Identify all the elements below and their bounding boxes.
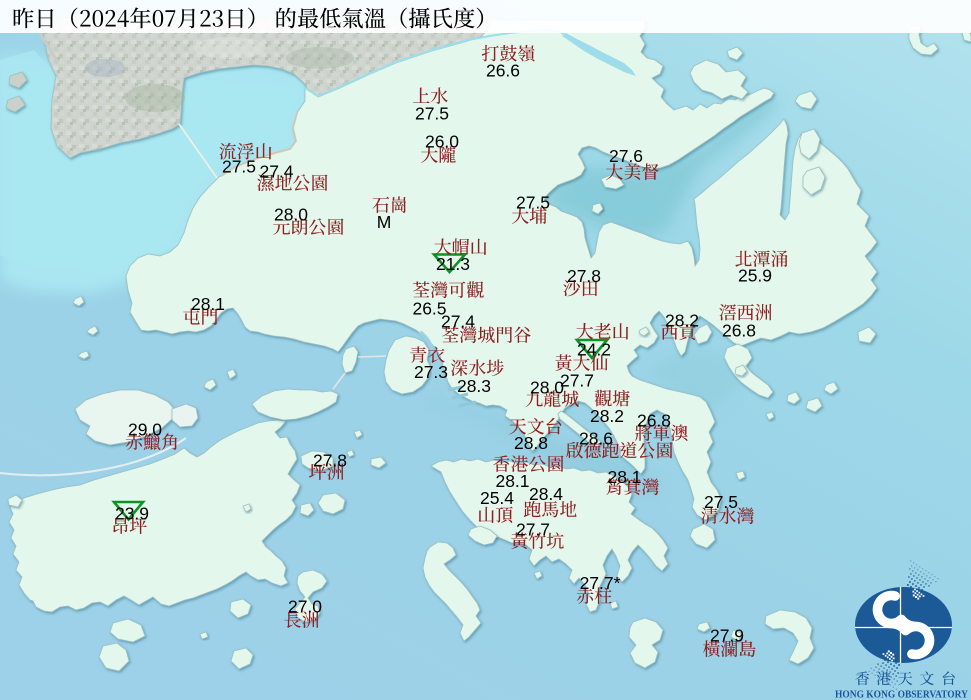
svg-text:27.8: 27.8 xyxy=(567,266,601,286)
svg-text:26.8: 26.8 xyxy=(637,410,671,430)
svg-text:27.6: 27.6 xyxy=(609,146,643,166)
svg-text:28.1: 28.1 xyxy=(607,467,641,487)
svg-text:28.6: 28.6 xyxy=(579,428,613,448)
svg-text:27.8: 27.8 xyxy=(313,450,347,470)
svg-text:27.7: 27.7 xyxy=(560,370,594,390)
svg-text:28.4: 28.4 xyxy=(529,484,563,504)
svg-text:28.2: 28.2 xyxy=(590,406,624,426)
svg-text:26.0: 26.0 xyxy=(425,131,459,151)
svg-text:27.5: 27.5 xyxy=(415,103,449,123)
svg-text:28.0: 28.0 xyxy=(530,377,564,397)
svg-text:27.7: 27.7 xyxy=(516,519,550,539)
svg-text:27.5: 27.5 xyxy=(222,156,256,176)
svg-text:24.2: 24.2 xyxy=(577,339,611,359)
svg-text:27.3: 27.3 xyxy=(414,362,448,382)
svg-text:28.1: 28.1 xyxy=(191,294,225,314)
svg-text:HONG KONG OBSERVATORY: HONG KONG OBSERVATORY xyxy=(835,689,968,700)
svg-text:29.0: 29.0 xyxy=(128,419,162,439)
svg-text:28.2: 28.2 xyxy=(665,310,699,330)
svg-text:27.5: 27.5 xyxy=(516,192,550,212)
svg-text:27.4: 27.4 xyxy=(441,311,475,331)
svg-text:28.0: 28.0 xyxy=(274,204,308,224)
svg-text:27.7*: 27.7* xyxy=(580,573,621,593)
svg-text:28.8: 28.8 xyxy=(514,433,548,453)
svg-text:23.9: 23.9 xyxy=(115,503,149,523)
svg-text:27.9: 27.9 xyxy=(710,625,744,645)
svg-text:28.3: 28.3 xyxy=(457,376,491,396)
svg-text:25.9: 25.9 xyxy=(738,265,772,285)
svg-text:26.6: 26.6 xyxy=(486,60,520,80)
svg-text:27.0: 27.0 xyxy=(288,596,322,616)
svg-text:27.5: 27.5 xyxy=(704,492,738,512)
svg-text:21.3: 21.3 xyxy=(436,254,470,274)
svg-text:27.4: 27.4 xyxy=(259,161,293,181)
svg-text:26.8: 26.8 xyxy=(722,320,756,340)
svg-text:M: M xyxy=(377,212,392,232)
svg-text:25.4: 25.4 xyxy=(480,488,514,508)
